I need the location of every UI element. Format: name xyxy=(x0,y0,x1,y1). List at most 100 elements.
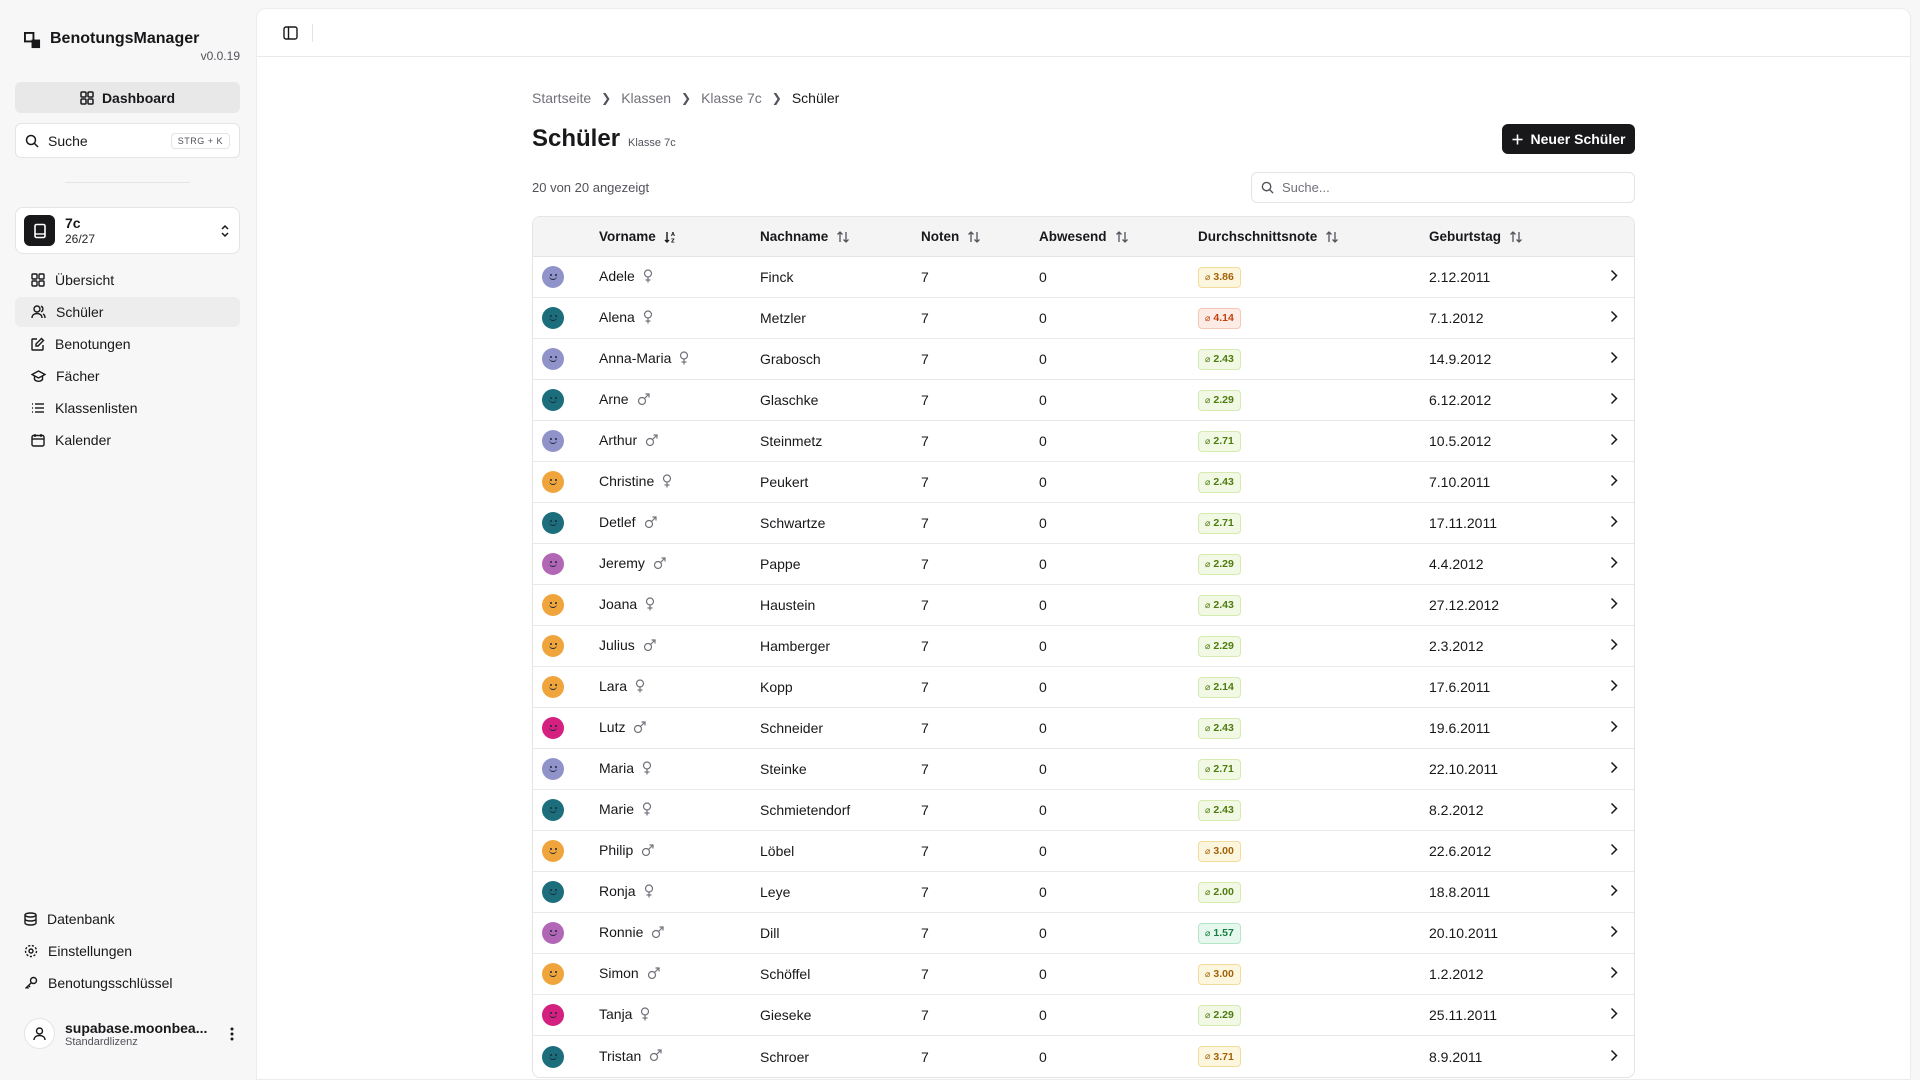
table-row[interactable]: Ronja Leye 7 0 ⌀ 2.00 18.8.2011 xyxy=(533,872,1634,913)
chevron-right-icon xyxy=(1610,1007,1618,1023)
user-license: Standardlizenz xyxy=(65,1035,138,1048)
table-row[interactable]: Adele Finck 7 0 ⌀ 3.86 2.12.2011 xyxy=(533,257,1634,298)
table-row[interactable]: Tanja Gieseke 7 0 ⌀ 2.29 25.11.2011 xyxy=(533,995,1634,1036)
row-open-button[interactable] xyxy=(1609,544,1634,585)
header-nachname[interactable]: Nachname xyxy=(760,217,921,257)
table-row[interactable]: Lara Kopp 7 0 ⌀ 2.14 17.6.2011 xyxy=(533,667,1634,708)
average-icon: ⌀ xyxy=(1205,435,1211,446)
sidebar-item-datenbank[interactable]: Datenbank xyxy=(15,904,240,934)
new-student-button[interactable]: Neuer Schüler xyxy=(1502,124,1635,154)
avatar-cell xyxy=(533,462,599,503)
female-icon xyxy=(643,269,653,286)
row-open-button[interactable] xyxy=(1609,995,1634,1036)
cell-durchschnitt: ⌀ 2.29 xyxy=(1198,626,1429,667)
table-row[interactable]: Julius Hamberger 7 0 ⌀ 2.29 2.3.2012 xyxy=(533,626,1634,667)
vorname-text: Lutz xyxy=(599,719,626,736)
table-row[interactable]: Detlef Schwartze 7 0 ⌀ 2.71 17.11.2011 xyxy=(533,503,1634,544)
chevron-right-icon xyxy=(1610,351,1618,367)
vorname-text: Christine xyxy=(599,473,655,490)
row-open-button[interactable] xyxy=(1609,1036,1634,1077)
sidebar-toggle-icon[interactable] xyxy=(283,25,298,40)
table-row[interactable]: Arne Glaschke 7 0 ⌀ 2.29 6.12.2012 xyxy=(533,380,1634,421)
header-geburtstag[interactable]: Geburtstag xyxy=(1429,217,1609,257)
row-open-button[interactable] xyxy=(1609,380,1634,421)
row-open-button[interactable] xyxy=(1609,749,1634,790)
chevron-right-icon xyxy=(1610,597,1618,613)
cell-durchschnitt: ⌀ 3.00 xyxy=(1198,954,1429,995)
sidebar-search-button[interactable]: Suche STRG + K xyxy=(15,123,240,158)
header-vorname[interactable]: Vorname A Z xyxy=(599,217,760,257)
cell-noten: 7 xyxy=(921,298,1039,339)
cell-nachname: Haustein xyxy=(760,585,921,626)
chevron-right-icon xyxy=(1610,433,1618,449)
cell-geburtstag: 17.6.2011 xyxy=(1429,667,1609,708)
user-menu[interactable]: supabase.moonbea... Standardlizenz xyxy=(15,1018,240,1049)
avatar-cell xyxy=(533,380,599,421)
table-search-input[interactable]: Suche... xyxy=(1251,172,1635,203)
cell-abwesend: 0 xyxy=(1039,298,1198,339)
table-row[interactable]: Arthur Steinmetz 7 0 ⌀ 2.71 10.5.2012 xyxy=(533,421,1634,462)
table-row[interactable]: Marie Schmietendorf 7 0 ⌀ 2.43 8.2.2012 xyxy=(533,790,1634,831)
row-open-button[interactable] xyxy=(1609,831,1634,872)
table-row[interactable]: Christine Peukert 7 0 ⌀ 2.43 7.10.2011 xyxy=(533,462,1634,503)
row-open-button[interactable] xyxy=(1609,790,1634,831)
user-name: supabase.moonbea... xyxy=(65,1019,208,1036)
vorname-text: Ronja xyxy=(599,883,636,900)
female-icon xyxy=(662,474,672,491)
more-vertical-icon[interactable] xyxy=(230,1027,234,1041)
table-row[interactable]: Joana Haustein 7 0 ⌀ 2.43 27.12.2012 xyxy=(533,585,1634,626)
breadcrumb-klasse[interactable]: Klasse 7c xyxy=(701,90,762,106)
sidebar-item-einstellungen[interactable]: Einstellungen xyxy=(15,936,240,966)
table-row[interactable]: Philip Löbel 7 0 ⌀ 3.00 22.6.2012 xyxy=(533,831,1634,872)
row-open-button[interactable] xyxy=(1609,503,1634,544)
page-title: Schüler xyxy=(532,125,621,152)
row-open-button[interactable] xyxy=(1609,954,1634,995)
row-open-button[interactable] xyxy=(1609,339,1634,380)
row-open-button[interactable] xyxy=(1609,708,1634,749)
row-open-button[interactable] xyxy=(1609,257,1634,298)
table-row[interactable]: Lutz Schneider 7 0 ⌀ 2.43 19.6.2011 xyxy=(533,708,1634,749)
sidebar-item-benotungen[interactable]: Benotungen xyxy=(15,329,240,359)
row-open-button[interactable] xyxy=(1609,913,1634,954)
header-noten[interactable]: Noten xyxy=(921,217,1039,257)
breadcrumb-startseite[interactable]: Startseite xyxy=(532,90,591,106)
table-header-row: Vorname A Z Nachname Noten Abwesend Durchs… xyxy=(533,217,1634,257)
row-open-button[interactable] xyxy=(1609,298,1634,339)
header-abwesend[interactable]: Abwesend xyxy=(1039,217,1198,257)
row-open-button[interactable] xyxy=(1609,421,1634,462)
row-open-button[interactable] xyxy=(1609,872,1634,913)
breadcrumb-klassen[interactable]: Klassen xyxy=(621,90,671,106)
sidebar-bottom-nav: Datenbank Einstellungen Benotungsschlüss… xyxy=(15,904,240,998)
cell-noten: 7 xyxy=(921,462,1039,503)
sidebar-item-schueler[interactable]: Schüler xyxy=(15,297,240,327)
sidebar: BenotungsManager v0.0.19 Dashboard Suche… xyxy=(0,0,255,1080)
sidebar-item-klassenlisten[interactable]: Klassenlisten xyxy=(15,393,240,423)
row-open-button[interactable] xyxy=(1609,626,1634,667)
plus-icon xyxy=(1512,134,1523,144)
grade-value: 2.71 xyxy=(1213,763,1234,775)
table-row[interactable]: Anna-Maria Grabosch 7 0 ⌀ 2.43 14.9.2012 xyxy=(533,339,1634,380)
sidebar-item-faecher[interactable]: Fächer xyxy=(15,361,240,391)
sidebar-item-benotungsschluessel[interactable]: Benotungsschlüssel xyxy=(15,968,240,998)
table-row[interactable]: Alena Metzler 7 0 ⌀ 4.14 7.1.2012 xyxy=(533,298,1634,339)
table-row[interactable]: Maria Steinke 7 0 ⌀ 2.71 22.10.2011 xyxy=(533,749,1634,790)
app-logo-icon xyxy=(24,32,41,49)
row-open-button[interactable] xyxy=(1609,667,1634,708)
row-open-button[interactable] xyxy=(1609,585,1634,626)
sidebar-item-kalender[interactable]: Kalender xyxy=(15,425,240,455)
row-open-button[interactable] xyxy=(1609,462,1634,503)
table-row[interactable]: Ronnie Dill 7 0 ⌀ 1.57 20.10.2011 xyxy=(533,913,1634,954)
user-icon xyxy=(33,1026,46,1040)
sort-icon xyxy=(837,231,850,244)
header-durchschnittsnote[interactable]: Durchschnittsnote xyxy=(1198,217,1429,257)
cell-geburtstag: 25.11.2011 xyxy=(1429,995,1609,1036)
dashboard-button[interactable]: Dashboard xyxy=(15,82,240,113)
table-row[interactable]: Jeremy Pappe 7 0 ⌀ 2.29 4.4.2012 xyxy=(533,544,1634,585)
class-selector[interactable]: 7c 26/27 xyxy=(15,207,240,254)
avatar xyxy=(542,389,564,411)
table-row[interactable]: Simon Schöffel 7 0 ⌀ 3.00 1.2.2012 xyxy=(533,954,1634,995)
table-row[interactable]: Tristan Schroer 7 0 ⌀ 3.71 8.9.2011 xyxy=(533,1036,1634,1077)
sidebar-item-uebersicht[interactable]: Übersicht xyxy=(15,265,240,295)
app-version: v0.0.19 xyxy=(200,49,240,63)
cell-durchschnitt: ⌀ 4.14 xyxy=(1198,298,1429,339)
